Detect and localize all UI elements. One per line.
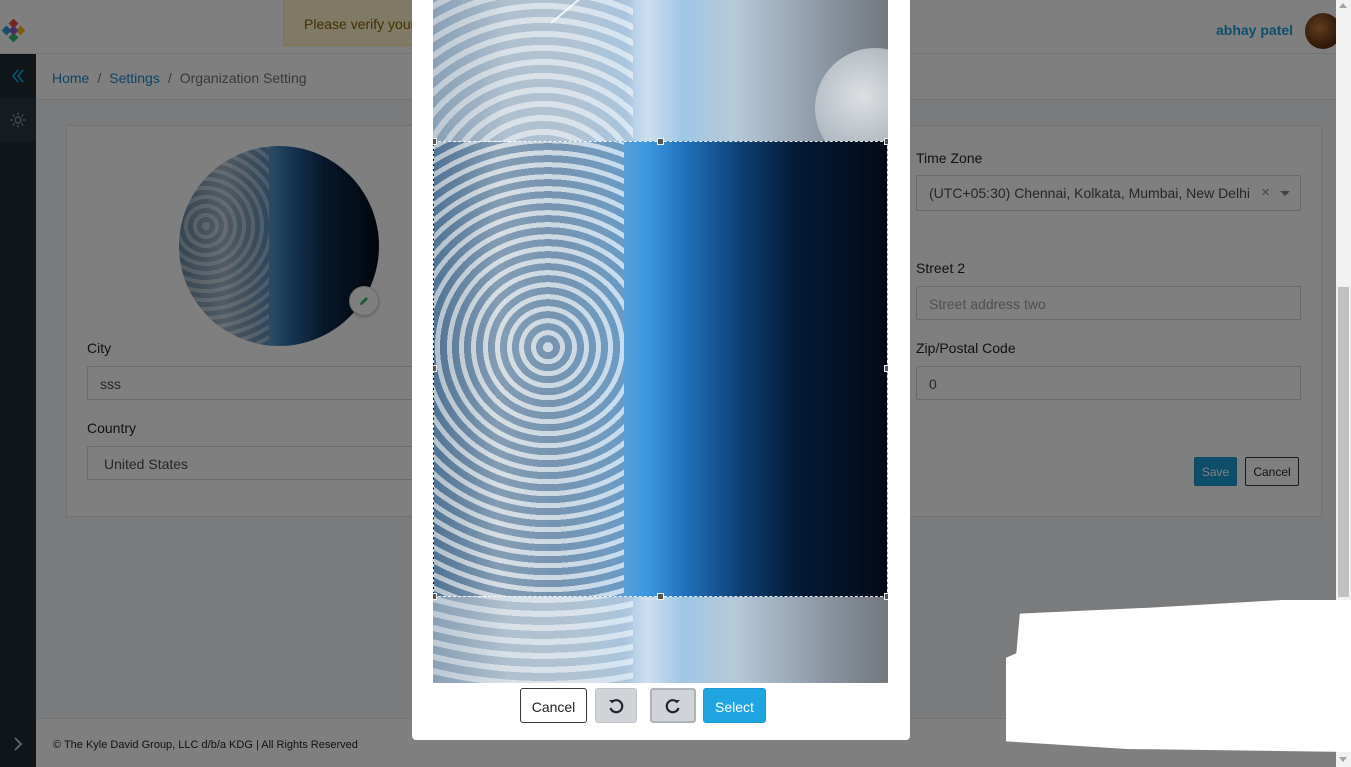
- scroll-down-icon[interactable]: [1339, 757, 1347, 762]
- crop-handle-bottom[interactable]: [657, 593, 664, 600]
- rotate-right-icon: [665, 698, 680, 713]
- crop-mask-top: [433, 0, 888, 141]
- scroll-up-icon[interactable]: [1339, 3, 1347, 8]
- redaction-blob: [1006, 600, 1351, 752]
- crop-handle-left[interactable]: [433, 365, 437, 372]
- crop-handle-bottom-left[interactable]: [433, 593, 437, 600]
- crop-select-button[interactable]: Select: [703, 688, 766, 723]
- crop-area-clouds: [434, 142, 624, 596]
- crop-handle-top-right[interactable]: [884, 138, 888, 145]
- crop-handle-top-left[interactable]: [433, 138, 437, 145]
- crop-handle-right[interactable]: [884, 365, 888, 372]
- crop-mask-bottom: [433, 597, 888, 683]
- rotate-left-button[interactable]: [595, 688, 637, 723]
- crop-cancel-button[interactable]: Cancel: [520, 688, 587, 723]
- rotate-right-button[interactable]: [650, 688, 696, 723]
- rotate-left-icon: [609, 698, 624, 713]
- scrollbar-thumb[interactable]: [1338, 287, 1349, 597]
- crop-actions: Cancel Select: [412, 688, 910, 724]
- crop-source-image: [433, 0, 888, 683]
- image-crop-modal: Cancel Select: [412, 0, 910, 740]
- crop-handle-top[interactable]: [657, 138, 664, 145]
- crop-selection-box[interactable]: [433, 141, 888, 597]
- crop-handle-bottom-right[interactable]: [884, 593, 888, 600]
